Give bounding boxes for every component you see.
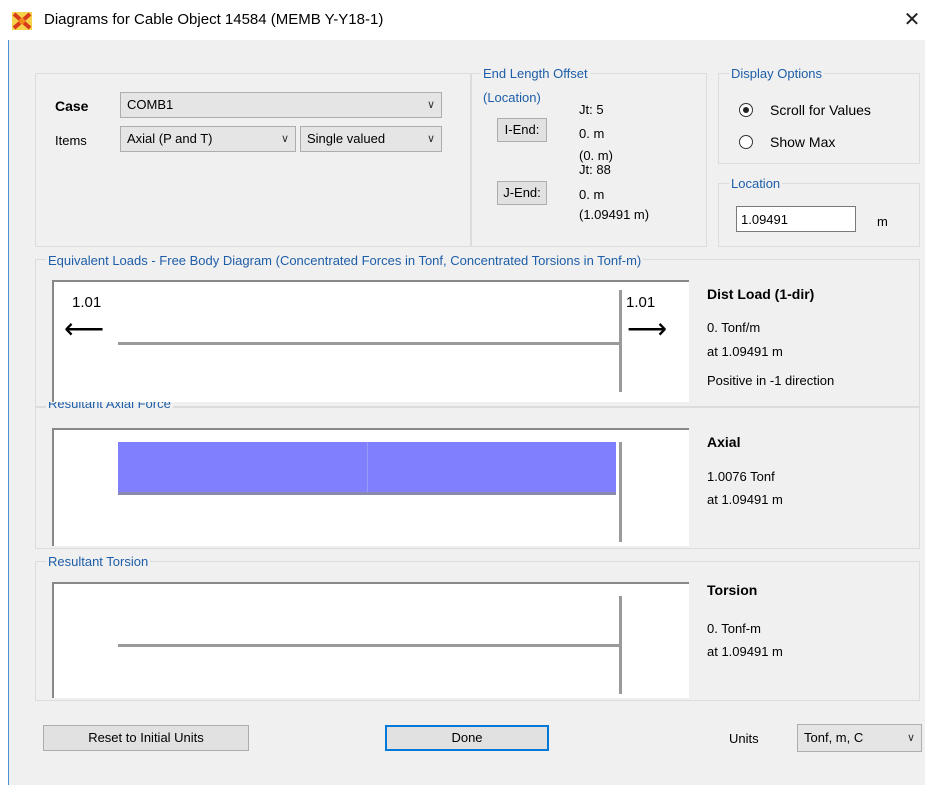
right-force-value: 1.01	[626, 294, 656, 311]
dist-load-note: Positive in -1 direction	[707, 373, 835, 388]
location-input[interactable]	[736, 206, 856, 232]
end-length-offset-label: End Length Offset	[481, 66, 590, 81]
equivalent-loads-label: Equivalent Loads - Free Body Diagram (Co…	[46, 253, 644, 268]
case-select[interactable]: COMB1 ∨	[120, 92, 442, 118]
dialog-body: Case COMB1 ∨ Items Axial (P and T) ∨ Sin…	[8, 40, 925, 785]
axial-force-label: Resultant Axial Force	[46, 402, 173, 411]
items-value: Axial (P and T)	[127, 131, 213, 146]
axial-title: Axial	[707, 434, 741, 450]
axial-value: 1.0076 Tonf	[707, 469, 775, 484]
location-group: Location m	[718, 176, 920, 247]
axial-at: at 1.09491 m	[707, 492, 783, 507]
app-icon	[12, 12, 32, 30]
equivalent-loads-group: Equivalent Loads - Free Body Diagram (Co…	[35, 253, 920, 407]
left-force-value: 1.01	[72, 294, 102, 311]
chevron-down-icon: ∨	[426, 99, 435, 111]
items-select[interactable]: Axial (P and T) ∨	[120, 126, 296, 152]
show-max-radio[interactable]	[739, 135, 753, 149]
free-body-diagram: 1.01 ⟵ 1.01 ⟶	[52, 280, 689, 402]
chevron-down-icon: ∨	[280, 133, 289, 145]
axial-force-diagram	[52, 428, 689, 546]
dist-load-title: Dist Load (1-dir)	[707, 286, 815, 302]
dist-load-at: at 1.09491 m	[707, 344, 783, 359]
case-label: Case	[55, 98, 89, 114]
member-line	[118, 342, 620, 345]
valued-select[interactable]: Single valued ∨	[300, 126, 442, 152]
j-end-location: (1.09491 m)	[579, 207, 650, 222]
location-label: Location	[729, 176, 783, 191]
close-icon[interactable]: ✕	[902, 8, 922, 32]
torsion-member-line	[118, 644, 620, 647]
axial-end-marker	[619, 442, 622, 542]
axial-force-divider	[367, 442, 368, 492]
chevron-down-icon: ∨	[906, 732, 915, 744]
torsion-at: at 1.09491 m	[707, 644, 783, 659]
location-unit: m	[877, 214, 888, 229]
torsion-title: Torsion	[707, 582, 758, 598]
done-button[interactable]: Done	[385, 725, 549, 751]
torsion-diagram	[52, 582, 689, 698]
valued-value: Single valued	[307, 131, 386, 146]
units-label: Units	[729, 731, 759, 746]
scroll-for-values-label: Scroll for Values	[770, 102, 871, 118]
torsion-end-marker	[619, 596, 622, 694]
right-arrow-icon: ⟶	[627, 313, 668, 344]
i-end-joint: Jt: 5	[579, 102, 604, 117]
i-end-location: (0. m)	[579, 148, 613, 163]
member-end-marker	[619, 290, 622, 392]
i-end-offset: 0. m	[579, 126, 605, 141]
window-title: Diagrams for Cable Object 14584 (MEMB Y-…	[44, 11, 384, 28]
torsion-group: Resultant Torsion Torsion 0. Tonf-m at 1…	[35, 554, 920, 701]
chevron-down-icon: ∨	[426, 133, 435, 145]
j-end-joint: Jt: 88	[579, 162, 611, 177]
case-value: COMB1	[127, 97, 174, 112]
location-subtitle: (Location)	[483, 90, 541, 105]
scroll-for-values-radio[interactable]	[739, 103, 753, 117]
torsion-label: Resultant Torsion	[46, 554, 151, 569]
axial-force-group: Resultant Axial Force Axial 1.0076 Tonf …	[35, 402, 920, 549]
end-length-offset-group: End Length Offset (Location) Jt: 5 I-End…	[470, 66, 707, 247]
case-group: Case COMB1 ∨ Items Axial (P and T) ∨ Sin…	[35, 73, 472, 247]
torsion-value: 0. Tonf-m	[707, 621, 761, 636]
items-label: Items	[55, 133, 87, 148]
units-value: Tonf, m, C	[804, 730, 864, 745]
show-max-label: Show Max	[770, 134, 836, 150]
display-options-label: Display Options	[729, 66, 825, 81]
dist-load-value: 0. Tonf/m	[707, 320, 761, 335]
reset-units-button[interactable]: Reset to Initial Units	[43, 725, 249, 751]
j-end-button[interactable]: J-End:	[497, 181, 547, 205]
j-end-offset: 0. m	[579, 187, 605, 202]
title-bar: Diagrams for Cable Object 14584 (MEMB Y-…	[0, 0, 926, 40]
i-end-button[interactable]: I-End:	[497, 118, 547, 142]
left-arrow-icon: ⟵	[64, 313, 105, 344]
display-options-group: Display Options Scroll for Values Show M…	[718, 66, 920, 164]
units-select[interactable]: Tonf, m, C ∨	[797, 724, 922, 752]
